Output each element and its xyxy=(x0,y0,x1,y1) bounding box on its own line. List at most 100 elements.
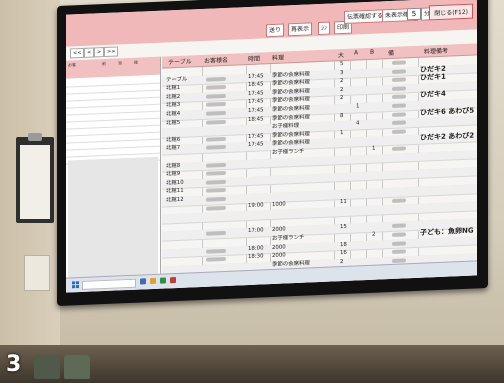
cell-item: 季節の会席料理 xyxy=(272,131,310,139)
order-toggle[interactable]: 伝票確認する xyxy=(344,9,387,24)
header-dish-notes: 料理備考 xyxy=(424,47,449,56)
redacted-customer-name xyxy=(206,248,226,254)
redacted-remark xyxy=(392,197,406,203)
header-table: テーブル xyxy=(168,58,192,67)
cell-dish-note: ひだキ6 あわび5 xyxy=(420,106,475,117)
cell-b: 1 xyxy=(372,145,376,152)
cell-dish-note: 子ども：魚卵NG xyxy=(420,226,474,237)
cell-b: 2 xyxy=(372,231,376,238)
redacted-remark xyxy=(392,68,406,74)
redacted-customer-name xyxy=(206,93,226,99)
header-customer: お客様名 xyxy=(204,56,229,65)
cell-item: 季節の会席料理 xyxy=(272,71,310,79)
cell-table: 北館4 xyxy=(166,110,181,118)
redacted-remark xyxy=(392,249,406,255)
summary-header-prev: 前 xyxy=(102,60,106,67)
cell-item: 季節の会席料理 xyxy=(272,139,310,148)
redacted-customer-name xyxy=(206,231,226,237)
cell-item: 2000 xyxy=(272,244,286,251)
cell-qty: 18 xyxy=(340,241,347,248)
cell-item: 季節の会席料理 xyxy=(272,114,310,122)
filter-shin[interactable]: ｼﾝ xyxy=(318,21,331,36)
redacted-remark xyxy=(392,232,406,237)
cell-qty: 15 xyxy=(340,224,347,231)
cell-item: 2000 xyxy=(272,252,286,260)
redacted-remark xyxy=(392,223,406,229)
redacted-remark xyxy=(392,283,406,289)
summary-header-guest: お客 xyxy=(68,62,76,68)
photo-number: 3 xyxy=(6,352,22,377)
cell-time: 17:45 xyxy=(248,98,264,106)
redacted-customer-name xyxy=(206,205,226,211)
redacted-customer-name xyxy=(206,76,226,82)
wall-monitor: 送り 再表示 ｼﾝ 印刷 伝票確認する 未表示確認 5 分 閉じる(F12) <… xyxy=(57,0,488,306)
filter-redisplay[interactable]: 再表示 xyxy=(288,22,313,37)
cell-dish-note: ひだキ1 xyxy=(420,72,446,82)
wall-socket xyxy=(24,255,50,291)
redacted-remark xyxy=(392,129,406,134)
cell-table: 北館5 xyxy=(166,119,181,127)
toolbar: 送り 再表示 ｼﾝ 印刷 伝票確認する 未表示確認 5 分 閉じる(F12) xyxy=(66,0,477,47)
redacted-remark xyxy=(392,86,406,91)
cell-item: お子様ランチ xyxy=(272,234,305,242)
filter-send[interactable]: 送り xyxy=(266,23,285,38)
redacted-customer-name xyxy=(206,85,226,90)
page-last-button[interactable]: >> xyxy=(104,46,119,58)
cell-qty: 3 xyxy=(340,69,344,76)
cell-qty: 5 xyxy=(340,60,344,68)
summary-empty-area xyxy=(68,156,158,293)
header-b: B xyxy=(370,48,375,56)
page-prev-button[interactable]: < xyxy=(84,47,95,58)
cell-qty: 2 xyxy=(340,78,344,85)
redacted-remark xyxy=(392,240,406,246)
cell-time: 17:45 xyxy=(248,133,264,140)
redacted-customer-name xyxy=(206,110,226,116)
page-count-stepper[interactable]: 5 xyxy=(407,7,421,21)
kitchen-display-screen: 送り 再表示 ｼﾝ 印刷 伝票確認する 未表示確認 5 分 閉じる(F12) <… xyxy=(66,0,477,293)
jar xyxy=(34,355,60,379)
redacted-customer-name xyxy=(206,188,226,194)
taskbar-app-icon[interactable] xyxy=(160,277,166,284)
header-a: A xyxy=(354,49,359,57)
cell-time: 18:30 xyxy=(248,253,264,261)
page-next-button[interactable]: > xyxy=(94,47,105,58)
cell-item: 季節の会席料理 xyxy=(272,286,310,293)
cell-qty: 2 xyxy=(340,86,344,93)
clipboard-clip xyxy=(28,133,42,141)
cell-time: 17:45 xyxy=(248,107,264,114)
redacted-remark xyxy=(392,258,406,263)
windows-start-icon[interactable] xyxy=(72,281,79,289)
jar xyxy=(64,355,90,379)
close-button[interactable]: 閉じる(F12) xyxy=(429,3,473,21)
summary-pane: お客 前 当 後 xyxy=(66,56,161,293)
cell-table: 北館6 xyxy=(166,136,181,144)
taskbar-search-box[interactable] xyxy=(82,278,136,290)
cell-table: 北館10 xyxy=(166,179,184,187)
cell-time: 18:00 xyxy=(248,244,264,252)
page-first-button[interactable]: << xyxy=(70,47,85,59)
header-remarks: 備 xyxy=(388,49,395,58)
cell-item: 季節の会席料理 xyxy=(272,88,310,96)
cell-item: 季節の会席料理 xyxy=(272,105,310,113)
cell-qty: 2 xyxy=(340,95,344,102)
redacted-customer-name xyxy=(206,196,226,202)
cell-table: 北館2 xyxy=(166,93,181,101)
redacted-customer-name xyxy=(206,171,226,176)
header-time: 時間 xyxy=(248,55,261,63)
cell-dish-note: ひだキ9 あわび1 xyxy=(420,278,475,289)
redacted-customer-name xyxy=(206,257,226,262)
clipboard xyxy=(16,133,54,223)
header-item: 料理 xyxy=(272,54,285,62)
taskbar-app-icon[interactable] xyxy=(170,277,176,284)
cell-dish-note: ひだキ2 あわび2 xyxy=(420,131,475,143)
cell-dish-note: ひだキ4 xyxy=(420,90,446,100)
cell-time: 18:45 xyxy=(248,81,264,89)
header-qty: 大 xyxy=(338,51,345,60)
cell-table: 北館12 xyxy=(166,196,184,204)
folder-icon[interactable] xyxy=(150,277,156,285)
redacted-customer-name xyxy=(206,162,226,168)
taskbar-app-icon[interactable] xyxy=(140,278,146,285)
cell-item: 季節の会席料理 xyxy=(272,96,310,105)
summary-header: お客 前 当 後 xyxy=(66,56,160,79)
redacted-remark xyxy=(392,111,406,117)
